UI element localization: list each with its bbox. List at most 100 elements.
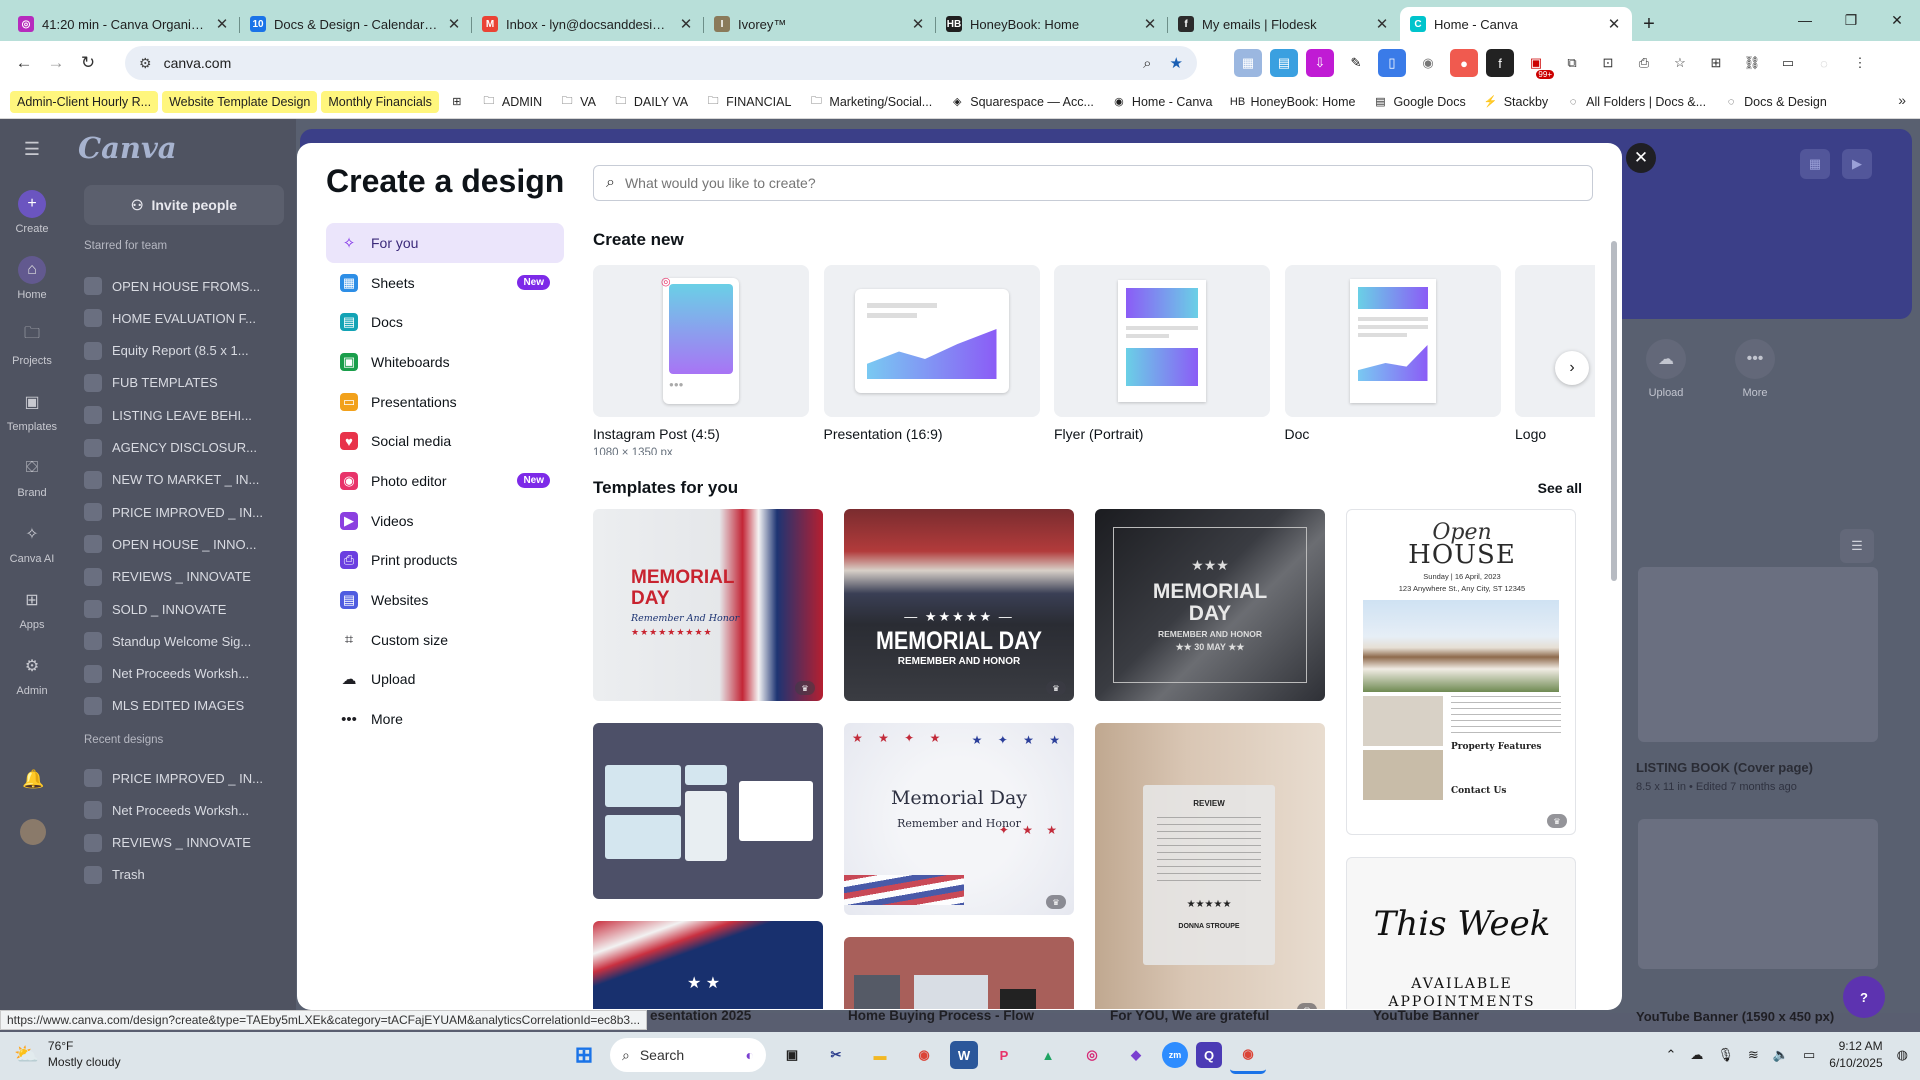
extension-icon[interactable]: ▦ [1234, 49, 1262, 77]
weather-widget[interactable]: ⛅ 76°F Mostly cloudy [14, 1038, 121, 1070]
create-new-card[interactable]: Logo [1515, 265, 1595, 442]
site-info-icon[interactable]: ⚙ [139, 55, 152, 72]
instagram-icon[interactable]: ◎ [1074, 1036, 1110, 1074]
design-title[interactable]: YouTube Banner (1590 x 450 px) [1636, 1009, 1834, 1024]
eyedropper-icon[interactable]: ✎ [1342, 49, 1370, 77]
design-title[interactable]: LISTING BOOK (Cover page) [1636, 760, 1813, 775]
extension-icon[interactable]: ▤ [1270, 49, 1298, 77]
design-search[interactable]: ⌕ [593, 165, 1593, 201]
menu-item-docs[interactable]: ▤ Docs [326, 302, 564, 342]
bookmark-item[interactable]: 🗀 VA [553, 91, 603, 113]
design-thumbnail[interactable] [1638, 567, 1878, 742]
sidepanel-icon[interactable]: ▭ [1774, 49, 1802, 77]
create-new-card[interactable]: Presentation (16:9) [823, 265, 1040, 442]
dialog-scrollbar[interactable] [1611, 229, 1617, 929]
download-icon[interactable]: ⇩ [1306, 49, 1334, 77]
url-text[interactable]: canva.com [164, 55, 1126, 71]
close-window-icon[interactable]: ✕ [1874, 0, 1920, 40]
bookmark-item[interactable]: HB HoneyBook: Home [1224, 91, 1363, 113]
app-icon[interactable]: ◆ [1118, 1036, 1154, 1074]
menu-item-websites[interactable]: ▤ Websites [326, 580, 564, 620]
snipping-tool-icon[interactable]: ✂ [818, 1036, 854, 1074]
forward-icon[interactable]: → [40, 47, 72, 79]
browser-tab[interactable]: I Ivorey™ ✕ [704, 7, 936, 41]
template-card[interactable]: MEMORIAL DAY Remember And Honor ★★★★★★★★… [593, 509, 823, 701]
extension-icon[interactable]: ● [1450, 49, 1478, 77]
chevron-up-icon[interactable]: ⌃ [1665, 1047, 1676, 1063]
tab-close-icon[interactable]: ✕ [446, 15, 462, 33]
menu-item-more[interactable]: ••• More [326, 699, 564, 739]
profile-icon[interactable]: ◌ [1810, 49, 1838, 77]
browser-tab[interactable]: f My emails | Flodesk ✕ [1168, 7, 1400, 41]
bookmark-item[interactable]: Monthly Financials [321, 90, 439, 113]
google-drive-icon[interactable]: ▲ [1030, 1036, 1066, 1074]
bookmark-item[interactable]: 🗀 FINANCIAL [699, 91, 798, 113]
bookmarks-overflow-icon[interactable]: » [1898, 92, 1906, 108]
bookmark-item[interactable]: Admin-Client Hourly R... [10, 90, 159, 113]
apps-icon[interactable]: ⊞ [1702, 49, 1730, 77]
bookmark-item[interactable]: ◉ Home - Canva [1105, 91, 1220, 113]
windows-start-icon[interactable]: ⊞ [566, 1036, 602, 1074]
print-icon[interactable]: ⎙ [1630, 49, 1658, 77]
bell-icon[interactable]: 🔔 [22, 769, 44, 790]
tab-close-icon[interactable]: ✕ [1374, 15, 1390, 33]
template-card[interactable]: ★ ★ [593, 921, 823, 1009]
bookmark-item[interactable]: ▤ Google Docs [1366, 91, 1472, 113]
link-icon[interactable]: ⛓ [1738, 49, 1766, 77]
close-dialog-button[interactable]: ✕ [1626, 143, 1656, 173]
menu-item-sheets[interactable]: ▦ Sheets New [326, 263, 564, 303]
template-card[interactable]: ★★★ MEMORIAL DAY REMEMBER AND HONOR ★★ 3… [1095, 509, 1325, 701]
menu-item-videos[interactable]: ▶ Videos [326, 501, 564, 541]
zoom-icon[interactable]: zm [1162, 1042, 1188, 1068]
menu-item-custom-size[interactable]: ⌗ Custom size [326, 620, 564, 660]
screenshot-icon[interactable]: ⊡ [1594, 49, 1622, 77]
create-new-card[interactable]: ●●● ◎ Instagram Post (4:5) 1080 × 1350 px [593, 265, 809, 455]
carousel-next-icon[interactable]: › [1555, 351, 1589, 385]
browser-tab[interactable]: ◎ 41:20 min - Canva Organization ✕ [8, 7, 240, 41]
menu-item-for-you[interactable]: ✧ For you [326, 223, 564, 263]
rail-item-admin[interactable]: ⚙ Admin [0, 641, 64, 707]
more-shortcut[interactable]: ••• More [1725, 339, 1785, 399]
design-thumbnail[interactable] [1638, 819, 1878, 969]
back-icon[interactable]: ← [8, 47, 40, 79]
app-icon[interactable]: Q [1196, 1042, 1222, 1068]
template-card[interactable]: This Week AVAILABLE APPOINTMENTS [1346, 857, 1576, 1009]
template-card[interactable]: ★ ★ ✦ ★ ★ ✦ ★ ★ ✦ ★ ★ Memorial Day Remem… [844, 723, 1074, 915]
menu-item-upload[interactable]: ☁ Upload [326, 660, 564, 700]
maximize-icon[interactable]: ❐ [1828, 0, 1874, 40]
menu-item-photo-editor[interactable]: ◉ Photo editor New [326, 461, 564, 501]
rail-item-apps[interactable]: ⊞ Apps [0, 575, 64, 641]
bookmark-item[interactable]: ◌ Docs & Design [1717, 91, 1834, 113]
hamburger-icon[interactable]: ☰ [0, 119, 64, 179]
browser-tab[interactable]: C Home - Canva ✕ [1400, 7, 1632, 41]
see-all-link[interactable]: See all [1538, 480, 1582, 496]
reload-icon[interactable]: ↻ [72, 47, 104, 79]
design-search-input[interactable] [624, 175, 1580, 191]
rail-item-brand[interactable]: ⛋ Brand [0, 443, 64, 509]
tab-close-icon[interactable]: ✕ [910, 15, 926, 33]
rail-item-home[interactable]: ⌂ Home [0, 245, 64, 311]
rail-item-create[interactable]: + Create [0, 179, 64, 245]
bookmark-item[interactable]: 🗀 ADMIN [475, 91, 549, 113]
tab-close-icon[interactable]: ✕ [1606, 15, 1622, 33]
minimize-icon[interactable]: — [1782, 0, 1828, 40]
notification-icon[interactable]: ◍ [1897, 1047, 1908, 1063]
scrollbar-thumb[interactable] [1611, 241, 1617, 581]
task-view-icon[interactable]: ▣ [774, 1036, 810, 1074]
tab-close-icon[interactable]: ✕ [214, 15, 230, 33]
chrome-active-icon[interactable]: ◉ [1230, 1036, 1266, 1074]
menu-item-whiteboards[interactable]: ▣ Whiteboards [326, 342, 564, 382]
camera-icon[interactable]: ◉ [1414, 49, 1442, 77]
menu-item-social-media[interactable]: ♥ Social media [326, 421, 564, 461]
bookmark-item[interactable]: ⚡ Stackby [1477, 91, 1555, 113]
omnibox[interactable]: ⚙ canva.com ⌕ ★ [125, 46, 1197, 80]
menu-dots-icon[interactable]: ⋮ [1846, 49, 1874, 77]
volume-icon[interactable]: 🔈 [1773, 1047, 1789, 1063]
template-card[interactable]: Open HOUSE Sunday | 16 April, 2023 123 A… [1346, 509, 1576, 835]
avatar[interactable] [20, 819, 46, 845]
rail-item-projects[interactable]: 🗀 Projects [0, 311, 64, 377]
list-view-icon[interactable]: ☰ [1840, 529, 1874, 563]
bookmark-item[interactable]: ⊞ [443, 91, 471, 113]
browser-tab[interactable]: 10 Docs & Design - Calendar - Week ✕ [240, 7, 472, 41]
bookmark-item[interactable]: Website Template Design [162, 90, 318, 113]
